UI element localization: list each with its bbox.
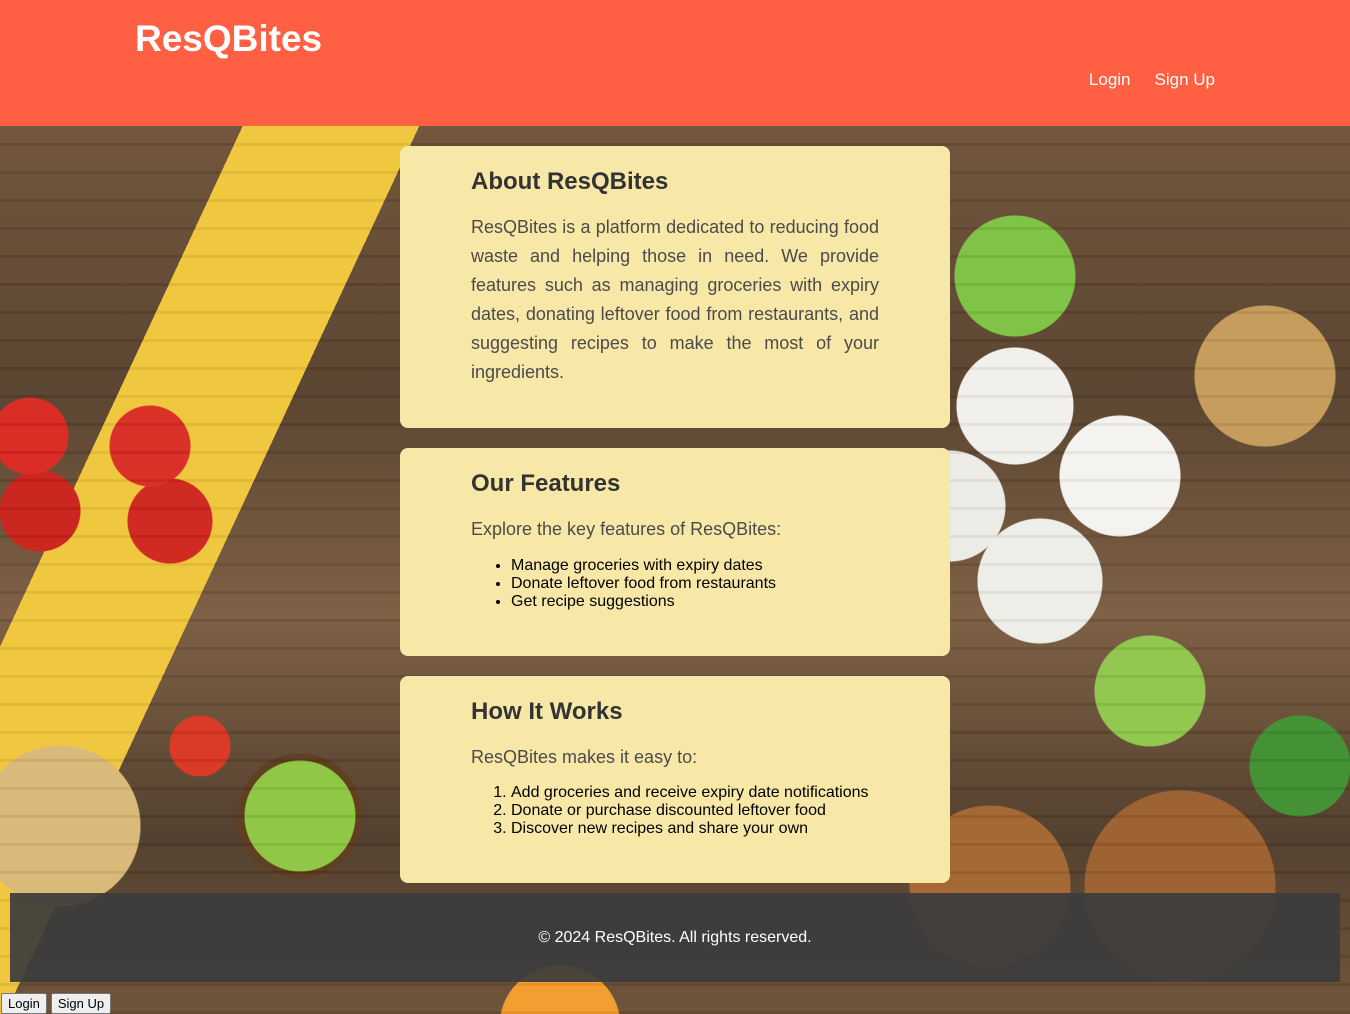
list-item: Get recipe suggestions <box>511 593 879 611</box>
list-item: Donate leftover food from restaurants <box>511 575 879 593</box>
how-it-works-card: How It Works ResQBites makes it easy to:… <box>400 676 950 883</box>
how-intro: ResQBites makes it easy to: <box>471 747 698 767</box>
site-header: ResQBites Login Sign Up <box>0 0 1350 126</box>
brand-logo: ResQBites <box>135 18 323 59</box>
signup-button[interactable]: Sign Up <box>50 993 112 1014</box>
login-button[interactable]: Login <box>1 993 47 1014</box>
features-card: Our Features Explore the key features of… <box>400 448 950 656</box>
features-intro: Explore the key features of ResQBites: <box>471 519 782 539</box>
about-card: About ResQBites ResQBites is a platform … <box>400 146 950 428</box>
list-item: Add groceries and receive expiry date no… <box>511 784 879 802</box>
copyright-text: © 2024 ResQBites. All rights reserved. <box>538 929 812 946</box>
site-footer: © 2024 ResQBites. All rights reserved. <box>10 893 1340 982</box>
about-title: About ResQBites <box>471 168 669 195</box>
nav-signup-link[interactable]: Sign Up <box>1155 70 1215 90</box>
about-text: ResQBites is a platform dedicated to red… <box>471 217 879 382</box>
how-title: How It Works <box>471 698 623 725</box>
list-item: Discover new recipes and share your own <box>511 820 879 838</box>
list-item: Manage groceries with expiry dates <box>511 557 879 575</box>
nav-login-link[interactable]: Login <box>1089 70 1131 90</box>
features-title: Our Features <box>471 470 621 497</box>
header-nav: Login Sign Up <box>1089 70 1215 90</box>
how-steps-list: Add groceries and receive expiry date no… <box>471 784 879 838</box>
list-item: Donate or purchase discounted leftover f… <box>511 802 879 820</box>
bottom-button-group: Login Sign Up <box>1 993 112 1014</box>
features-list: Manage groceries with expiry dates Donat… <box>471 557 879 611</box>
